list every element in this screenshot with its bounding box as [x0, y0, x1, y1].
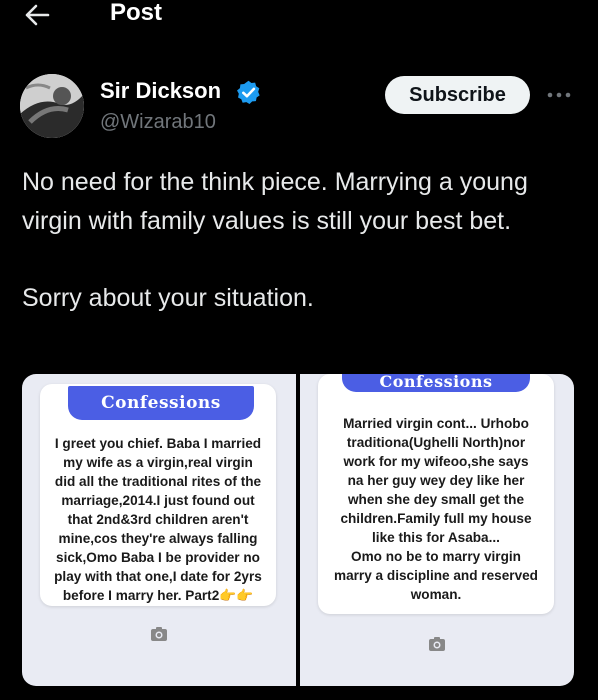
camera-icon: [151, 627, 167, 641]
tweet-paragraph: Sorry about your situation.: [22, 283, 314, 312]
page-title: Post: [110, 0, 163, 26]
avatar-image: [20, 74, 84, 138]
handle[interactable]: @Wizarab10: [100, 111, 216, 134]
confession-line: play with that one,I date for 2yrs: [54, 569, 262, 584]
confession-line: that 2nd&3rd children aren't: [67, 512, 249, 527]
confession-line: before I marry her. Part2👉👉: [62, 588, 254, 603]
arrow-left-icon[interactable]: [24, 2, 50, 28]
verified-badge-icon: [237, 80, 260, 104]
confession-card: Confessions Married virgin cont... Urhob…: [318, 374, 554, 614]
confession-line: woman.: [410, 587, 462, 602]
confession-line: did all the traditional rites of the: [54, 474, 262, 489]
confessions-banner: Confessions: [68, 386, 254, 420]
confession-line: children.Family full my house: [340, 511, 532, 526]
camera-icon: [429, 637, 445, 651]
tweet-paragraph: No need for the think piece. Marrying a …: [22, 168, 528, 235]
confession-line: like this for Asaba...: [372, 530, 500, 545]
confession-text: I greet you chief. Baba I married my wif…: [46, 434, 270, 605]
top-bar: Post: [0, 0, 598, 36]
confession-line: I greet you chief. Baba I married: [54, 436, 262, 451]
confession-line: traditiona(Ughelli North)nor: [346, 435, 526, 450]
confession-line: na her guy wey dey like her: [347, 473, 525, 488]
confession-line: Omo no be to marry virgin: [351, 549, 521, 564]
confession-line: Married virgin cont... Urhobo: [343, 416, 529, 431]
confession-line: my wife as a virgin,real virgin: [63, 455, 253, 470]
display-name[interactable]: Sir Dickson: [100, 78, 221, 104]
avatar[interactable]: [20, 74, 84, 138]
more-horizontal-icon[interactable]: [546, 88, 572, 102]
confession-line: mine,cos they're always falling: [58, 531, 258, 546]
media-gallery: Confessions I greet you chief. Baba I ma…: [22, 374, 574, 686]
tweet-text: No need for the think piece. Marrying a …: [22, 163, 582, 317]
subscribe-button[interactable]: Subscribe: [385, 76, 530, 114]
confession-line: marriage,2014.I just found out: [61, 493, 255, 508]
confessions-banner: Confessions: [342, 374, 530, 392]
confession-text: Married virgin cont... Urhobo traditiona…: [324, 414, 548, 604]
confession-line: marry a discipline and reserved: [333, 568, 538, 583]
confession-line: when she dey small get the: [347, 492, 524, 507]
confession-line: sick,Omo Baba I be provider no: [56, 550, 260, 565]
confession-line: work for my wifeoo,she says: [343, 454, 529, 469]
media-image-right[interactable]: Confessions Married virgin cont... Urhob…: [300, 374, 574, 686]
confession-card: Confessions I greet you chief. Baba I ma…: [40, 384, 276, 606]
media-image-left[interactable]: Confessions I greet you chief. Baba I ma…: [22, 374, 296, 686]
